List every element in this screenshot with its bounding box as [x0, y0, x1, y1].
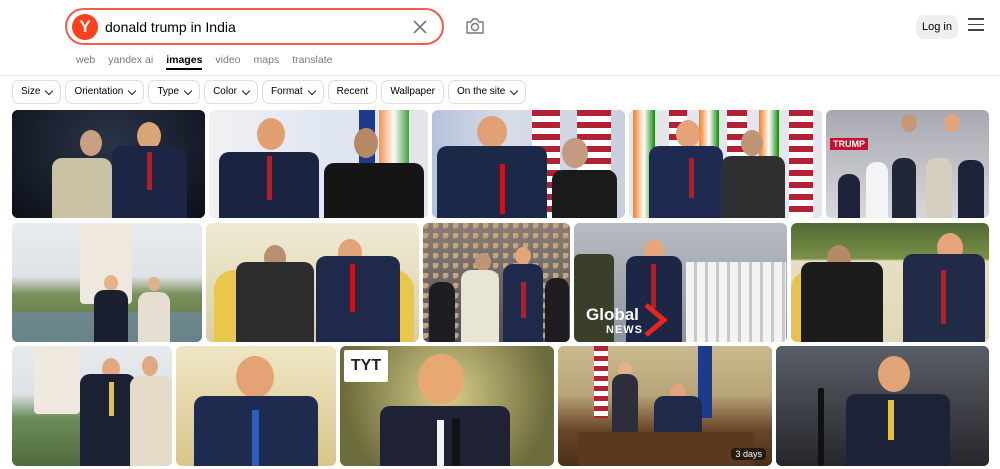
login-button[interactable]: Log in: [916, 15, 958, 39]
image-result[interactable]: TRUMP: [826, 110, 989, 218]
image-result[interactable]: [423, 223, 570, 342]
filter-label: Format: [270, 86, 303, 97]
filter-label: Size: [21, 86, 41, 97]
filter-type[interactable]: Type: [148, 80, 201, 104]
tab-images[interactable]: images: [166, 54, 203, 70]
tab-translate[interactable]: translate: [292, 54, 332, 70]
image-result[interactable]: 3 days: [558, 346, 772, 466]
search-input[interactable]: [105, 16, 405, 38]
yandex-logo[interactable]: Y: [72, 14, 98, 40]
global-news-logo-line1: Global: [586, 305, 639, 324]
global-news-arrow-icon: [644, 303, 668, 337]
filter-label: Orientation: [74, 86, 124, 97]
chevron-down-icon: [45, 86, 54, 95]
tab-web[interactable]: web: [76, 54, 95, 70]
chevron-down-icon: [183, 86, 193, 95]
filter-on-the-site[interactable]: On the site: [447, 80, 527, 104]
filter-orientation[interactable]: Orientation: [65, 80, 145, 104]
duration-badge: 3 days: [731, 448, 766, 460]
chevron-down-icon: [241, 86, 251, 95]
filter-recent[interactable]: Recent: [327, 80, 378, 104]
filter-wallpaper[interactable]: Wallpaper: [381, 80, 444, 104]
camera-search-icon[interactable]: [464, 15, 486, 37]
hamburger-menu-icon[interactable]: [968, 18, 984, 32]
clear-search-icon[interactable]: [410, 17, 430, 37]
search-nav-tabs: web yandex ai images video maps translat…: [76, 54, 345, 70]
image-result[interactable]: [776, 346, 989, 466]
tab-maps[interactable]: maps: [254, 54, 280, 70]
image-result[interactable]: [432, 110, 625, 218]
filter-label: On the site: [456, 86, 506, 97]
filter-label: Wallpaper: [390, 86, 435, 97]
tab-yandex-ai[interactable]: yandex ai: [108, 54, 153, 70]
image-result[interactable]: [12, 346, 172, 466]
tab-video[interactable]: video: [215, 54, 240, 70]
chevron-down-icon: [510, 86, 519, 95]
image-result[interactable]: [176, 346, 336, 466]
chevron-down-icon: [128, 86, 137, 95]
tyt-logo: TYT: [344, 350, 388, 382]
filter-size[interactable]: Size: [12, 80, 62, 104]
search-box[interactable]: Y: [65, 8, 444, 45]
image-result[interactable]: Global NEWS: [574, 223, 787, 342]
chevron-down-icon: [307, 86, 316, 95]
filter-label: Color: [213, 86, 237, 97]
filter-format[interactable]: Format: [261, 80, 324, 104]
image-result[interactable]: [209, 110, 428, 218]
image-result[interactable]: [12, 223, 202, 342]
filter-color[interactable]: Color: [204, 80, 258, 104]
image-result[interactable]: [629, 110, 822, 218]
filter-bar: Size Orientation Type Color Format Recen…: [12, 80, 530, 104]
global-news-logo-line2: NEWS: [606, 324, 643, 336]
image-result[interactable]: [206, 223, 419, 342]
filter-label: Recent: [336, 86, 369, 97]
header-divider: [0, 75, 1000, 76]
image-result[interactable]: TYT: [340, 346, 554, 466]
image-result[interactable]: [791, 223, 989, 342]
trump-sign: TRUMP: [830, 138, 868, 150]
image-result[interactable]: [12, 110, 205, 218]
filter-label: Type: [157, 86, 180, 97]
